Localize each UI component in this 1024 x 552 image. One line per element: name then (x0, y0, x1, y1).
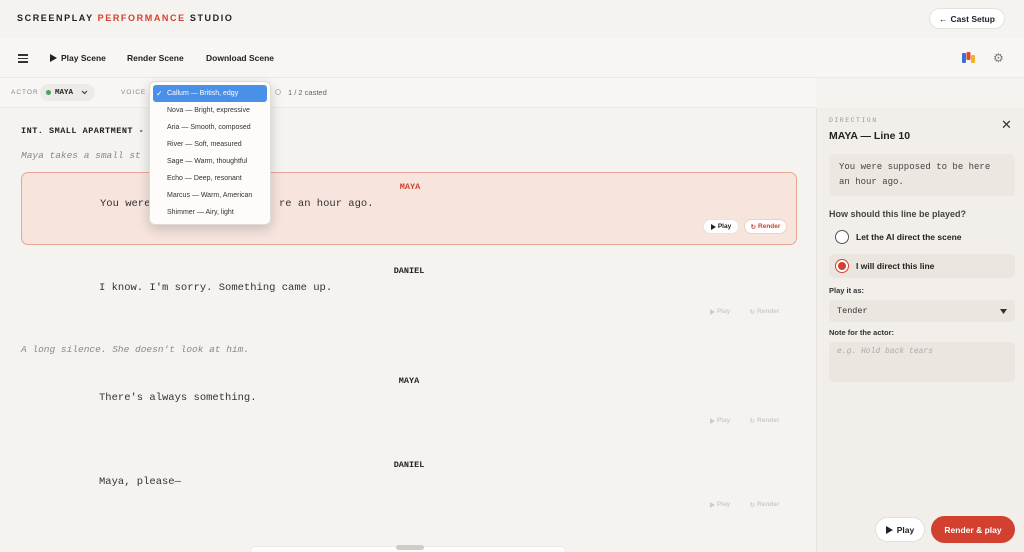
line-quote: You were supposed to be here an hour ago… (829, 154, 1015, 196)
scene-heading: INT. SMALL APARTMENT - (21, 126, 145, 136)
radio-i-direct[interactable]: I will direct this line (829, 254, 1015, 278)
actor-note-input[interactable]: e.g. Hold back tears (829, 342, 1015, 382)
check-icon: ✓ (156, 89, 163, 98)
radio-ai-direct[interactable]: Let the AI direct the scene (829, 225, 1015, 249)
radio-button[interactable] (835, 230, 849, 244)
chevron-down-icon (81, 90, 88, 95)
actor-voice-row: ACTOR MAYA VOICE 1 / 2 casted (0, 78, 816, 108)
dialogue-text: There's always something. (99, 392, 257, 404)
refresh-icon: ↻ (749, 417, 756, 425)
dialogue-block[interactable]: DANIEL Maya, please— Play ↻ Render (21, 454, 797, 516)
dialogue-block[interactable]: DANIEL I know. I'm sorry. Something came… (21, 260, 797, 322)
refresh-icon: ↻ (750, 223, 757, 231)
play-icon (709, 501, 715, 508)
dialogue-text-start: You were (100, 198, 151, 210)
action-line: Maya takes a small st (21, 150, 141, 161)
play-as-select[interactable]: Tender (829, 300, 1015, 322)
render-scene-button[interactable]: Render Scene (127, 50, 184, 66)
character-name: MAYA (399, 182, 421, 192)
hamburger-icon[interactable] (18, 54, 28, 63)
line-play-button[interactable]: Play (702, 413, 738, 428)
render-and-play-button[interactable]: Render & play (931, 516, 1015, 543)
play-icon (710, 223, 716, 230)
app-title: SCREENPLAY PERFORMANCE STUDIO (17, 13, 234, 23)
cast-setup-button[interactable]: ← Cast Setup (929, 8, 1005, 29)
voice-option[interactable]: Nova — Bright, expressive (153, 102, 267, 119)
dialogue-block[interactable]: MAYA There's always something. Play ↻ Re… (21, 370, 797, 432)
character-name: DANIEL (393, 266, 425, 276)
refresh-icon: ↻ (749, 501, 756, 509)
voice-dropdown-menu[interactable]: ✓ Callum — British, edgy Nova — Bright, e… (149, 81, 271, 225)
voice-app-icon[interactable] (962, 52, 975, 64)
play-icon (885, 525, 893, 534)
top-bar: SCREENPLAY PERFORMANCE STUDIO ← Cast Set… (0, 0, 1024, 38)
play-as-label: Play it as: (829, 286, 865, 295)
voice-option[interactable]: River — Soft, measured (153, 136, 267, 153)
line-render-button[interactable]: ↻ Render (743, 304, 786, 319)
gear-icon[interactable]: ⚙ (993, 52, 1005, 64)
direction-label: DIRECTION (829, 117, 878, 124)
play-icon (709, 308, 715, 315)
drag-handle[interactable] (396, 545, 424, 550)
line-play-button[interactable]: Play (703, 219, 739, 234)
casted-count: 1 / 2 casted (288, 88, 327, 97)
direction-panel: DIRECTION MAYA — Line 10 ✕ You were supp… (816, 108, 1024, 552)
play-scene-button[interactable]: Play Scene (50, 50, 106, 66)
voice-option[interactable]: Echo — Deep, resonant (153, 170, 267, 187)
close-icon[interactable]: ✕ (1001, 118, 1012, 131)
direction-question: How should this line be played? (829, 209, 967, 219)
character-name: MAYA (398, 376, 420, 386)
line-render-button[interactable]: ↻ Render (743, 497, 786, 512)
line-play-button[interactable]: Play (702, 304, 738, 319)
play-icon (709, 417, 715, 424)
arrow-left-icon: ← (939, 13, 948, 24)
chevron-down-icon (1000, 308, 1007, 314)
actor-label: ACTOR (11, 89, 39, 96)
voice-option[interactable]: Shimmer — Airy, light (153, 204, 267, 221)
character-name: DANIEL (393, 460, 425, 470)
action-line: A long silence. She doesn't look at him. (21, 344, 250, 355)
dialogue-text: I know. I'm sorry. Something came up. (99, 282, 333, 294)
line-play-button[interactable]: Play (702, 497, 738, 512)
voice-label: VOICE (121, 89, 147, 96)
voice-option[interactable]: ✓ Callum — British, edgy (153, 85, 267, 102)
voice-option[interactable]: Sage — Warm, thoughtful (153, 153, 267, 170)
dialogue-block-active[interactable]: MAYA You were re an hour ago. Play ↻ Ren… (21, 172, 797, 245)
status-dot (46, 90, 51, 95)
actor-select[interactable]: MAYA (40, 84, 96, 101)
panel-play-button[interactable]: Play (875, 517, 925, 542)
dialogue-text: Maya, please— (99, 476, 181, 488)
panel-title: MAYA — Line 10 (829, 130, 911, 142)
voice-option[interactable]: Marcus — Warm, American (153, 187, 267, 204)
casted-status-icon (275, 89, 281, 95)
toolbar: Play Scene Render Scene Download Scene ⚙ (0, 38, 1024, 78)
line-render-button[interactable]: ↻ Render (743, 413, 786, 428)
script-area: INT. SMALL APARTMENT - Maya takes a smal… (0, 108, 816, 552)
download-scene-button[interactable]: Download Scene (206, 50, 274, 66)
voice-option[interactable]: Aria — Smooth, composed (153, 119, 267, 136)
line-render-button[interactable]: ↻ Render (744, 219, 787, 234)
note-label: Note for the actor: (829, 328, 895, 337)
dialogue-text-end: re an hour ago. (279, 198, 374, 210)
refresh-icon: ↻ (749, 308, 756, 316)
play-icon (50, 54, 57, 62)
radio-button-selected[interactable] (835, 259, 849, 273)
